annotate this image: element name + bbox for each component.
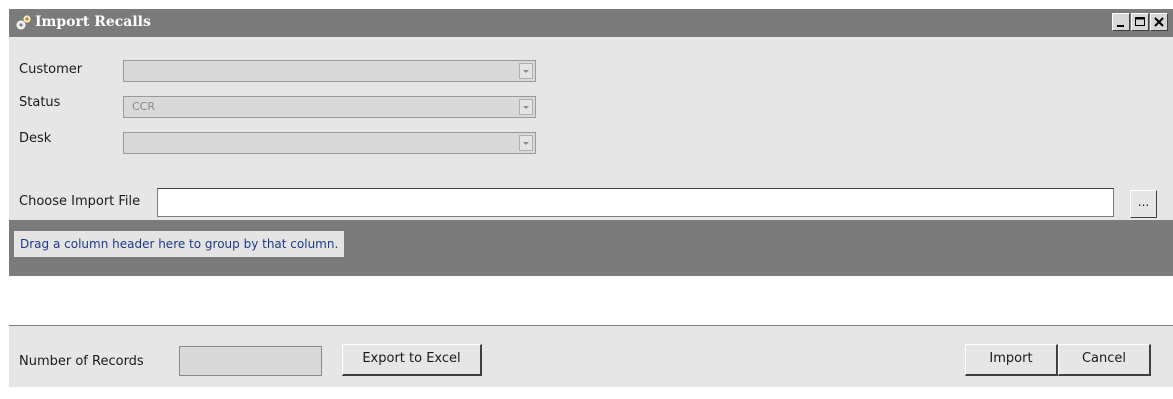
chevron-down-icon	[523, 142, 529, 145]
import-recalls-window: Import Recalls Customer Status CCR Desk …	[9, 9, 1173, 387]
records-count-field	[179, 346, 322, 376]
status-label: Status	[19, 95, 61, 110]
maximize-icon	[1135, 17, 1145, 26]
customer-combo[interactable]	[123, 60, 536, 82]
import-file-label: Choose Import File	[19, 194, 141, 209]
status-value: CCR	[132, 100, 156, 113]
minimize-button[interactable]	[1112, 13, 1130, 31]
export-to-excel-button[interactable]: Export to Excel	[342, 344, 482, 376]
import-button[interactable]: Import	[965, 344, 1058, 376]
title-bar[interactable]: Import Recalls	[9, 9, 1173, 37]
status-dropdown-arrow[interactable]	[519, 99, 533, 115]
close-button[interactable]	[1150, 13, 1168, 31]
browse-button[interactable]: ...	[1130, 190, 1157, 218]
gears-icon	[14, 14, 32, 32]
group-by-hint: Drag a column header here to group by th…	[14, 231, 345, 257]
records-label: Number of Records	[19, 354, 144, 369]
minimize-icon	[1117, 25, 1124, 27]
chevron-down-icon	[523, 106, 529, 109]
records-grid[interactable]	[9, 276, 1173, 326]
customer-dropdown-arrow[interactable]	[519, 63, 533, 79]
group-by-panel[interactable]: Drag a column header here to group by th…	[9, 220, 1173, 276]
chevron-down-icon	[523, 70, 529, 73]
desk-combo[interactable]	[123, 132, 536, 154]
customer-label: Customer	[19, 62, 83, 77]
cancel-button[interactable]: Cancel	[1058, 344, 1151, 376]
desk-label: Desk	[19, 131, 52, 146]
close-icon	[1154, 17, 1164, 27]
status-combo[interactable]: CCR	[123, 96, 536, 118]
maximize-button[interactable]	[1131, 13, 1149, 31]
window-title: Import Recalls	[35, 14, 151, 30]
import-file-input[interactable]	[157, 188, 1114, 217]
desk-dropdown-arrow[interactable]	[519, 135, 533, 151]
